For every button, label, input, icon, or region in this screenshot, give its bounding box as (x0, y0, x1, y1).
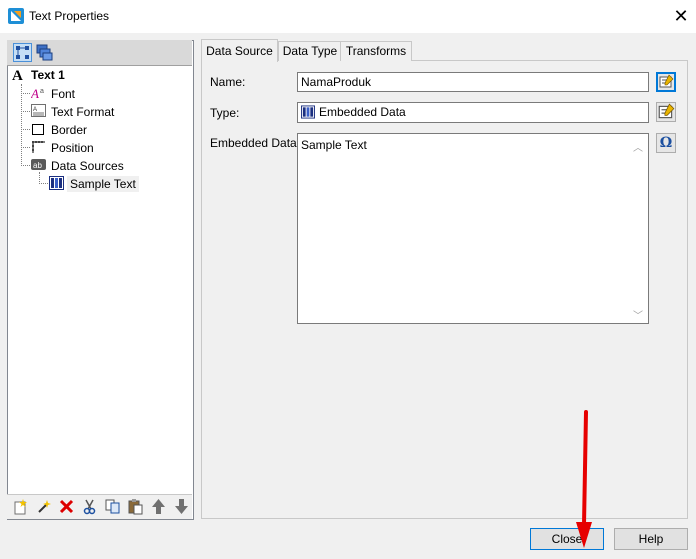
tree-item-border[interactable]: Border (51, 123, 87, 137)
name-label: Name: (210, 75, 246, 89)
cut-icon[interactable] (81, 498, 98, 515)
move-up-icon[interactable] (150, 498, 167, 515)
annotation-arrow (576, 410, 592, 548)
copy-icon[interactable] (104, 498, 121, 515)
name-field[interactable]: NamaProduk (297, 72, 649, 92)
tree-line (21, 84, 22, 166)
scroll-down-icon[interactable]: ﹀ (632, 307, 644, 322)
delete-icon[interactable] (58, 498, 75, 515)
text-format-icon: A (31, 104, 46, 118)
type-label: Type: (210, 106, 240, 120)
scroll-up-icon[interactable]: ︿ (632, 139, 644, 154)
move-down-icon[interactable] (173, 498, 190, 515)
tree-root-text1[interactable]: Text 1 (31, 68, 65, 82)
database-icon (49, 176, 64, 190)
svg-text:ab: ab (33, 161, 42, 170)
tree-item-text-format[interactable]: Text Format (51, 105, 114, 119)
tree-item-data-sources[interactable]: Data Sources (51, 159, 124, 173)
database-icon (301, 105, 315, 119)
embedded-data-label: Embedded Data: (210, 136, 301, 150)
window-title: Text Properties (29, 9, 110, 23)
tab-transforms[interactable]: Transforms (340, 41, 412, 61)
text-object-icon: A (12, 68, 23, 84)
data-sources-icon: ab (31, 158, 46, 172)
svg-text:A: A (33, 107, 37, 113)
close-icon[interactable]: ✕ (670, 5, 692, 27)
position-icon (31, 140, 46, 154)
tree-line (21, 165, 30, 166)
type-field[interactable]: Embedded Data (297, 102, 649, 123)
app-icon (8, 8, 24, 24)
omega-icon[interactable]: Ω (656, 133, 676, 153)
tab-data-source[interactable]: Data Source (201, 39, 278, 62)
border-icon (31, 123, 46, 137)
paste-icon[interactable] (127, 498, 144, 515)
svg-text:A: A (31, 86, 39, 100)
embedded-data-textarea[interactable]: Sample Text (297, 133, 649, 324)
edit-name-icon[interactable] (656, 72, 676, 92)
svg-text:a: a (40, 88, 44, 95)
wand-icon[interactable] (35, 498, 52, 515)
tab-data-type[interactable]: Data Type (278, 41, 342, 61)
tree-view-icon[interactable] (13, 43, 32, 62)
tree-line (21, 147, 30, 148)
tree-line (39, 183, 48, 184)
tree-line (21, 129, 30, 130)
tree-item-font[interactable]: Font (51, 87, 75, 101)
font-icon: Aa (30, 86, 46, 101)
help-button[interactable]: Help (614, 528, 688, 550)
tree-item-position[interactable]: Position (51, 141, 94, 155)
tree-line (21, 93, 30, 94)
edit-type-icon[interactable] (656, 102, 676, 122)
layers-icon[interactable] (35, 43, 54, 62)
tree-line (21, 111, 30, 112)
new-item-icon[interactable] (12, 498, 29, 515)
tree-item-sample-text[interactable]: Sample Text (67, 176, 139, 192)
